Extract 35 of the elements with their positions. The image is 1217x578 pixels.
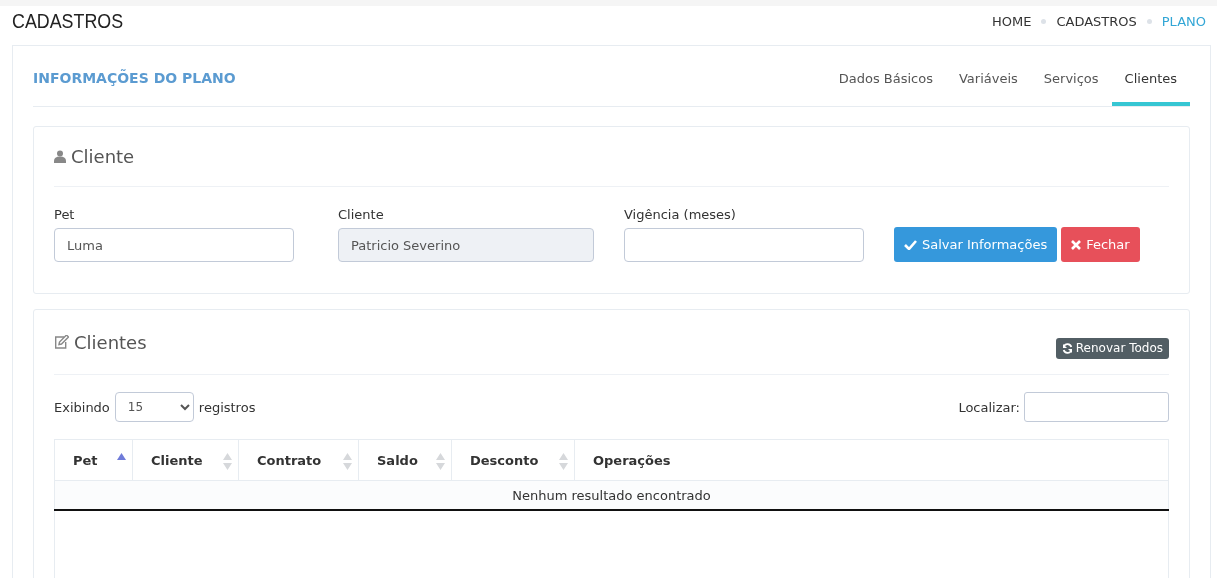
close-button[interactable]: Fechar (1061, 227, 1140, 262)
tab[interactable]: Dados Básicos (825, 71, 946, 106)
empty-message: Nenhum resultado encontrado (54, 480, 1169, 510)
tab[interactable]: Variáveis (945, 71, 1031, 106)
length-label: Exibindo (54, 399, 110, 415)
tab[interactable]: Clientes (1111, 71, 1190, 106)
length-label: registros (198, 399, 256, 415)
edit-icon (54, 335, 69, 349)
sort-icon (559, 453, 568, 470)
refresh-icon (1061, 342, 1073, 354)
sort-icon (343, 453, 352, 470)
sort-icon (223, 453, 232, 470)
field-label: Cliente (338, 207, 385, 222)
page-size-select[interactable]: 15 (114, 392, 194, 422)
card-title: Clientes (74, 331, 147, 353)
panel-title: INFORMAÇÕES DO PLANO (33, 70, 236, 86)
breadcrumb-link[interactable]: HOME (991, 13, 1032, 29)
breadcrumb-separator (1146, 18, 1152, 24)
card-title: Cliente (71, 146, 135, 167)
sort-ascending-icon (117, 453, 126, 460)
page-title: CADASTROS (12, 9, 124, 33)
tab[interactable]: Serviços (1030, 71, 1112, 106)
field-label: Pet (54, 207, 76, 222)
search-field[interactable] (1024, 392, 1169, 422)
renew-button[interactable]: Renovar Todos (1055, 337, 1169, 359)
check-icon (904, 239, 917, 250)
input-field[interactable] (624, 228, 864, 262)
field-label: Vigência (meses) (624, 207, 737, 222)
input-field[interactable]: Luma (54, 228, 294, 262)
close-icon (1071, 239, 1082, 250)
breadcrumb-separator (1041, 18, 1047, 24)
breadcrumb-link[interactable]: CADASTROS (1056, 13, 1137, 29)
search-label: Localizar: (958, 399, 1020, 415)
sort-icon (436, 453, 445, 470)
user-icon (54, 150, 66, 163)
